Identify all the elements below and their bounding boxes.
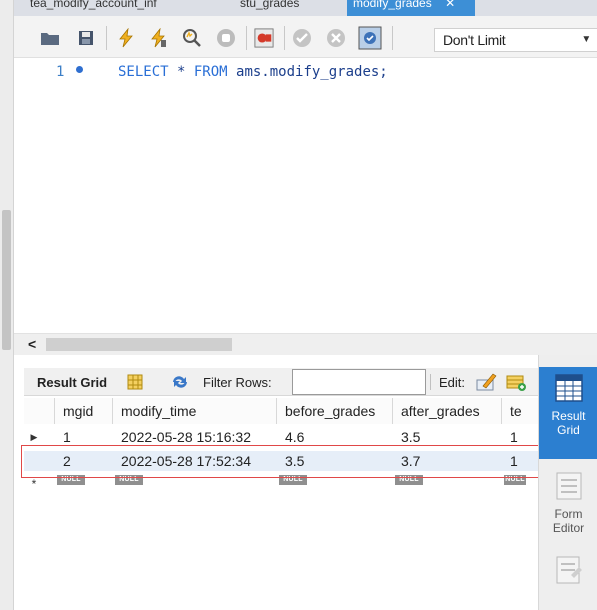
result-grid-icon <box>554 374 583 402</box>
save-icon[interactable] <box>76 28 96 48</box>
close-icon[interactable]: ✕ <box>445 0 455 10</box>
grid-cell[interactable]: 4.6 <box>277 427 393 447</box>
tab-label: tea_modify_account_inf <box>30 0 157 10</box>
column-header[interactable]: before_grades <box>277 398 393 424</box>
refresh-icon[interactable] <box>170 374 190 393</box>
execute-icon[interactable] <box>116 28 136 48</box>
add-row-icon[interactable] <box>505 372 527 395</box>
side-label: Result <box>551 409 586 423</box>
toolbar-separator <box>284 26 285 50</box>
edit-label: Edit: <box>439 375 466 390</box>
toolbar-separator <box>430 374 431 390</box>
sql-keyword: FROM <box>193 64 228 80</box>
sql-keyword: SELECT <box>118 64 169 80</box>
highlight-annotation-box <box>21 445 546 478</box>
tab-tea-modify-account[interactable]: tea_modify_account_inf <box>24 0 163 16</box>
line-number: 1 <box>56 64 65 80</box>
toggle-error-icon[interactable] <box>254 28 274 48</box>
grid-cell[interactable]: 3.5 <box>393 427 502 447</box>
sql-token: ams.modify_grades; <box>227 64 388 80</box>
editor-horizontal-scrollbar[interactable]: < <box>14 333 597 355</box>
table-row[interactable]: ▶ 1 2022-05-28 15:16:32 4.6 3.5 1 <box>24 427 539 447</box>
left-gutter <box>0 0 14 610</box>
explain-icon[interactable] <box>182 28 202 48</box>
workbench-window: tea_modify_account_inf stu_grades modify… <box>0 0 597 610</box>
statement-marker-icon <box>76 66 83 73</box>
autocommit-icon[interactable] <box>358 26 382 50</box>
query-tab-bar: tea_modify_account_inf stu_grades modify… <box>14 0 597 16</box>
result-grid[interactable]: mgid modify_time before_grades after_gra… <box>24 398 539 610</box>
sql-token: * <box>168 64 194 80</box>
field-types-icon <box>556 556 582 584</box>
grid-header-row: mgid modify_time before_grades after_gra… <box>24 398 539 424</box>
execute-current-icon[interactable] <box>148 28 168 48</box>
tab-label: modify_grades <box>353 0 432 10</box>
form-editor-icon <box>556 472 581 500</box>
sql-editor[interactable]: 1 SELECT * FROM ams.modify_grades; <box>14 58 597 333</box>
toolbar-separator <box>392 26 393 50</box>
filter-rows-label: Filter Rows: <box>203 375 272 390</box>
grid-cell[interactable]: 2022-05-28 15:16:32 <box>113 427 277 447</box>
tab-stu-grades[interactable]: stu_grades <box>234 0 305 16</box>
grid-cell[interactable]: 1 <box>55 427 113 447</box>
side-label: Form <box>554 507 583 521</box>
limit-rows-value: Don't Limit <box>443 32 506 48</box>
column-header[interactable]: te <box>502 398 539 424</box>
side-label: Grid <box>557 423 580 437</box>
limit-rows-select[interactable]: Don't Limit ▼ <box>434 28 597 52</box>
toolbar-separator <box>246 26 247 50</box>
column-header[interactable]: modify_time <box>113 398 277 424</box>
column-header[interactable]: after_grades <box>393 398 502 424</box>
commit-icon[interactable] <box>292 28 312 48</box>
rollback-icon[interactable] <box>326 28 346 48</box>
filter-rows-input[interactable] <box>292 369 426 395</box>
result-panel: Result Grid Filter Rows: Edit: mgid modi… <box>14 355 597 610</box>
row-header-corner <box>24 398 55 424</box>
current-row-arrow-icon: ▶ <box>30 432 38 442</box>
side-label: Editor <box>552 521 585 535</box>
chevron-down-icon[interactable]: ▼ <box>581 29 591 51</box>
stop-icon[interactable] <box>216 28 236 48</box>
scroll-thumb[interactable] <box>46 338 232 351</box>
grid-layout-icon[interactable] <box>127 374 143 393</box>
tab-label: stu_grades <box>240 0 300 10</box>
form-editor-view-button[interactable]: Form Editor <box>539 467 597 543</box>
result-toolbar: Result Grid Filter Rows: Edit: <box>24 368 539 396</box>
scroll-left-icon[interactable]: < <box>28 336 36 352</box>
result-grid-view-button[interactable]: Result Grid <box>539 367 597 459</box>
folder-icon[interactable] <box>40 28 60 48</box>
field-types-view-button[interactable] <box>539 551 597 610</box>
result-grid-title: Result Grid <box>37 375 108 390</box>
sql-statement[interactable]: SELECT * FROM ams.modify_grades; <box>118 64 388 80</box>
tab-modify-grades[interactable]: modify_grades ✕ <box>347 0 475 16</box>
sql-editor-toolbar: Don't Limit ▼ <box>14 16 597 58</box>
toolbar-separator <box>106 26 107 50</box>
edit-row-icon[interactable] <box>475 372 497 395</box>
left-scroll-thumb[interactable] <box>2 210 11 350</box>
column-header[interactable]: mgid <box>55 398 113 424</box>
result-side-panel: Result Grid Form Editor <box>538 355 597 610</box>
grid-cell[interactable]: 1 <box>502 427 539 447</box>
